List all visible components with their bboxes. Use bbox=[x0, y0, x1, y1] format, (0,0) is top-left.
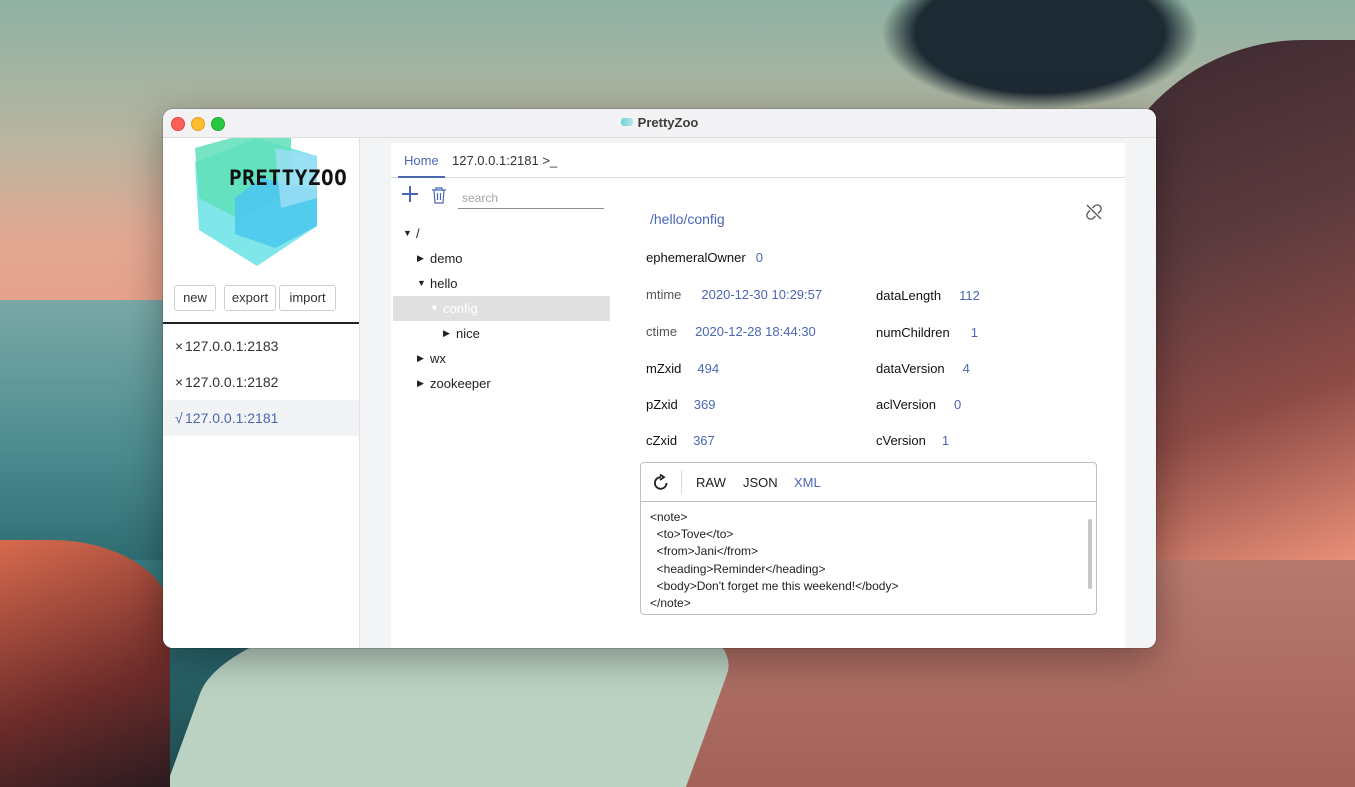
format-raw-button[interactable]: RAW bbox=[696, 475, 726, 490]
main-panel: Home 127.0.0.1:2181 >_ ▼/ ▶demo ▼hello ▼… bbox=[391, 143, 1125, 648]
toolbar-divider bbox=[681, 470, 682, 494]
editor-scrollbar[interactable] bbox=[1088, 519, 1092, 589]
tree-node[interactable]: ▶ wx bbox=[393, 346, 610, 371]
server-list: × 127.0.0.1:2183 × 127.0.0.1:2182 √ 127.0.0… bbox=[163, 328, 359, 436]
refresh-icon[interactable] bbox=[651, 473, 671, 493]
logo: PRETTYZOO bbox=[191, 138, 353, 266]
stat-acl-version: aclVersion 0 bbox=[876, 397, 962, 412]
window-title: PrettyZoo bbox=[163, 115, 1156, 130]
server-address: 127.0.0.1:2183 bbox=[185, 338, 279, 354]
node-path: /hello/config bbox=[650, 211, 725, 227]
tree-node[interactable]: ▼ / bbox=[393, 221, 610, 246]
add-node-icon[interactable] bbox=[401, 185, 419, 203]
tab-connection[interactable]: 127.0.0.1:2181 >_ bbox=[452, 153, 557, 168]
tab-bar: Home 127.0.0.1:2181 >_ bbox=[391, 143, 1125, 178]
format-xml-button[interactable]: XML bbox=[794, 475, 821, 490]
caret-down-icon[interactable]: ▼ bbox=[403, 221, 412, 246]
tree-node[interactable]: ▶ nice bbox=[393, 321, 610, 346]
app-window: PrettyZoo PRETTYZOO new export import × 1… bbox=[163, 109, 1156, 648]
disconnected-icon: × bbox=[175, 374, 184, 390]
disconnect-link-icon[interactable] bbox=[1085, 203, 1103, 221]
stat-ephemeral-owner: ephemeralOwner 0 bbox=[646, 250, 763, 265]
wallpaper-tree bbox=[880, 0, 1200, 110]
stat-pzxid: pZxid 369 bbox=[646, 397, 716, 412]
tree-node[interactable]: ▶ demo bbox=[393, 246, 610, 271]
node-tree: ▼ / ▶ demo ▼ hello ▼ config ▶ nice ▶ wx ▶ zooke… bbox=[393, 221, 610, 396]
caret-down-icon[interactable]: ▼ bbox=[430, 296, 439, 321]
node-data-text[interactable]: <note> <to>Tove</to> <from>Jani</from> <… bbox=[650, 509, 1080, 610]
tree-node-selected[interactable]: ▼ config bbox=[393, 296, 610, 321]
stat-num-children: numChildren 1 bbox=[876, 325, 978, 340]
stat-ctime: ctime 2020-12-28 18:44:30 bbox=[646, 324, 816, 339]
logo-text: PRETTYZOO bbox=[229, 166, 348, 190]
sidebar: PRETTYZOO new export import × 127.0.0.1:2… bbox=[163, 138, 360, 648]
editor-toolbar: RAW JSON XML bbox=[641, 463, 1096, 502]
caret-right-icon[interactable]: ▶ bbox=[417, 246, 424, 271]
format-json-button[interactable]: JSON bbox=[743, 475, 778, 490]
data-editor: RAW JSON XML <note> <to>Tove</to> <from>… bbox=[640, 462, 1097, 615]
node-detail: /hello/config ephemeralOwner 0 mtime 2020-… bbox=[640, 177, 1125, 648]
stat-mtime: mtime 2020-12-30 10:29:57 bbox=[646, 287, 823, 302]
stat-data-version: dataVersion 4 bbox=[876, 361, 970, 376]
import-button[interactable]: import bbox=[279, 285, 336, 311]
caret-right-icon[interactable]: ▶ bbox=[417, 371, 424, 396]
app-icon bbox=[620, 118, 633, 126]
tree-node[interactable]: ▶ zookeeper bbox=[393, 371, 610, 396]
stat-data-length: dataLength 112 bbox=[876, 288, 980, 303]
disconnected-icon: × bbox=[175, 338, 184, 354]
tree-node[interactable]: ▼ hello bbox=[393, 271, 610, 296]
caret-down-icon[interactable]: ▼ bbox=[417, 271, 426, 296]
wallpaper-rock bbox=[0, 540, 170, 787]
stat-c-version: cVersion 1 bbox=[876, 433, 950, 448]
connected-icon: √ bbox=[175, 410, 183, 426]
server-item[interactable]: × 127.0.0.1:2182 bbox=[163, 364, 359, 400]
server-address: 127.0.0.1:2182 bbox=[185, 374, 279, 390]
server-item-active[interactable]: √ 127.0.0.1:2181 bbox=[163, 400, 359, 436]
caret-right-icon[interactable]: ▶ bbox=[443, 321, 450, 346]
trash-icon[interactable] bbox=[431, 186, 447, 204]
tab-home[interactable]: Home bbox=[398, 153, 445, 178]
title-bar: PrettyZoo bbox=[163, 109, 1156, 138]
sidebar-divider bbox=[163, 322, 359, 324]
stat-mzxid: mZxid 494 bbox=[646, 361, 720, 376]
caret-right-icon[interactable]: ▶ bbox=[417, 346, 424, 371]
logo-hexagon-icon bbox=[195, 138, 317, 266]
server-item[interactable]: × 127.0.0.1:2183 bbox=[163, 328, 359, 364]
new-server-button[interactable]: new bbox=[174, 285, 216, 311]
export-button[interactable]: export bbox=[224, 285, 276, 311]
search-input[interactable] bbox=[458, 188, 604, 209]
server-address: 127.0.0.1:2181 bbox=[185, 410, 279, 426]
stat-czxid: cZxid 367 bbox=[646, 433, 715, 448]
